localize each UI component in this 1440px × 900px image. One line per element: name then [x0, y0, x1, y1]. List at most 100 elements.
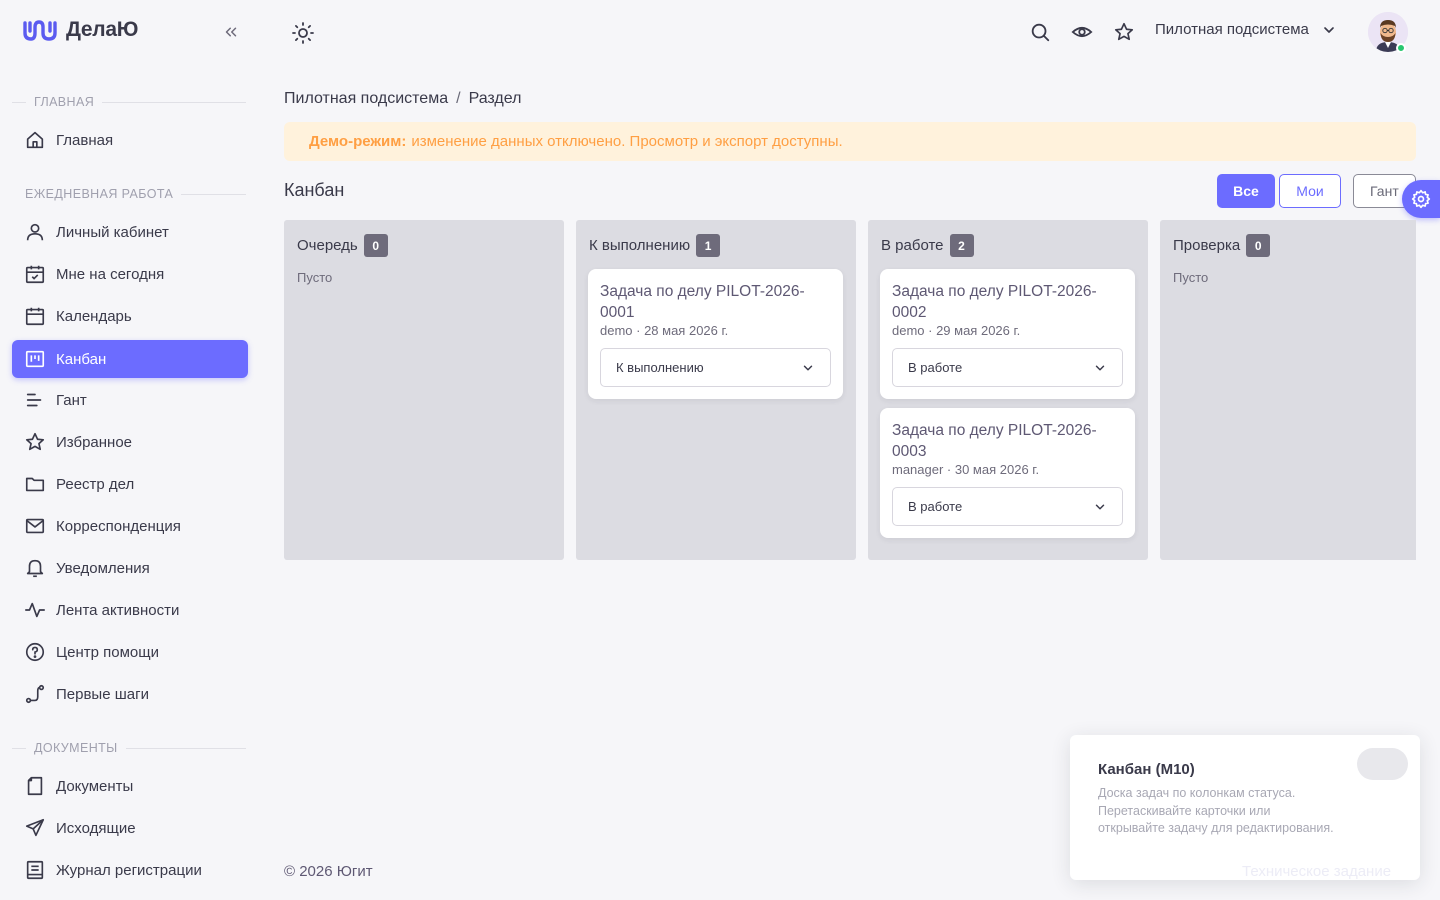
task-meta: manager · 30 мая 2026 г. — [892, 462, 1040, 477]
alert-text: изменение данных отключено. Просмотр и э… — [411, 133, 843, 150]
search-icon — [1031, 23, 1050, 42]
breadcrumb-item-section: Раздел — [468, 90, 522, 107]
task-title[interactable]: Задача по делу PILOT-2026-0001 — [600, 281, 831, 323]
task-meta: demo · 29 мая 2026 г. — [892, 323, 1021, 338]
tour-text: Доска задач по колонкам статуса. Перетас… — [1098, 786, 1334, 835]
task-status-select[interactable]: В работе — [892, 487, 1123, 526]
kanban-column-review: Проверка 0 Пусто — [1160, 220, 1416, 560]
collapse-sidebar-button[interactable] — [220, 21, 242, 43]
filter-all-button[interactable]: Все — [1217, 174, 1275, 208]
sidebar-item-notifications[interactable]: Уведомления — [12, 549, 248, 587]
tour-spec-link[interactable]: Техническое задание — [1242, 863, 1391, 880]
column-empty-text: Пусто — [1173, 270, 1209, 285]
kanban-column-todo: К выполнению 1 Задача по делу PILOT-2026… — [576, 220, 856, 560]
star-icon — [25, 432, 45, 451]
route-icon — [25, 684, 45, 704]
kanban-column-queue: Очередь 0 Пусто — [284, 220, 564, 560]
sidebar-item-registry[interactable]: Реестр дел — [12, 465, 248, 503]
task-meta: demo · 28 мая 2026 г. — [600, 323, 729, 338]
sidebar-item-gantt[interactable]: Гант — [12, 381, 248, 419]
column-title: В работе — [881, 237, 944, 254]
task-card[interactable]: Задача по делу PILOT-2026-0002 demo · 29… — [880, 269, 1135, 399]
tour-toggle[interactable] — [1357, 748, 1408, 780]
help-icon — [25, 642, 45, 662]
page-title: Канбан — [284, 180, 345, 200]
sidebar-item-calendar[interactable]: Календарь — [12, 297, 248, 335]
app-name: ДелаЮ — [66, 18, 139, 41]
theme-toggle-button[interactable] — [291, 21, 315, 45]
sidebar-item-documents[interactable]: Документы — [12, 767, 248, 805]
task-status-value: В работе — [908, 360, 963, 375]
activity-icon — [25, 602, 45, 618]
filter-mine-button[interactable]: Мои — [1279, 174, 1341, 208]
search-button[interactable] — [1029, 21, 1051, 43]
gantt-icon — [26, 393, 42, 407]
sidebar-item-help[interactable]: Центр помощи — [12, 633, 248, 671]
gear-icon — [1411, 189, 1431, 209]
app-logo[interactable]: ДелаЮ — [22, 18, 138, 42]
chevron-down-icon — [803, 365, 813, 370]
star-icon — [1114, 22, 1134, 41]
task-title[interactable]: Задача по делу PILOT-2026-0002 — [892, 281, 1123, 323]
task-title[interactable]: Задача по делу PILOT-2026-0003 — [892, 420, 1123, 462]
column-header: Очередь 0 — [297, 234, 388, 257]
kanban-column-in-progress: В работе 2 Задача по делу PILOT-2026-000… — [868, 220, 1148, 560]
journal-icon — [26, 860, 44, 880]
customizer-toggle-button[interactable] — [1402, 180, 1440, 218]
sidebar-item-first-steps[interactable]: Первые шаги — [12, 675, 248, 713]
task-status-select[interactable]: В работе — [892, 348, 1123, 387]
section-title-main: ГЛАВНАЯ — [12, 95, 246, 109]
breadcrumb: Пилотная подсистема / Раздел — [284, 90, 521, 108]
footer-copyright: © 2026 Югит — [284, 863, 373, 880]
sidebar-item-favorites[interactable]: Избранное — [12, 423, 248, 461]
mail-icon — [25, 518, 45, 534]
help-tour-popup: Канбан (M10) Доска задач по колонкам ста… — [1070, 735, 1420, 880]
logo-icon — [23, 20, 57, 41]
column-count-badge: 0 — [1246, 234, 1271, 257]
column-empty-text: Пусто — [297, 270, 333, 285]
column-title: Проверка — [1173, 237, 1241, 254]
subsystem-selector[interactable]: Пилотная подсистема — [1155, 21, 1337, 38]
eye-icon — [1071, 26, 1093, 38]
column-title: К выполнению — [589, 237, 691, 254]
column-header: К выполнению 1 — [589, 234, 721, 257]
sidebar-item-journal[interactable]: Журнал регистрации — [12, 851, 248, 889]
task-status-select[interactable]: К выполнению — [600, 348, 831, 387]
tour-title: Канбан (M10) — [1098, 761, 1195, 778]
sidebar-item-activity[interactable]: Лента активности — [12, 591, 248, 629]
section-title-daily: ЕЖЕДНЕВНАЯ РАБОТА — [12, 187, 246, 201]
task-card[interactable]: Задача по делу PILOT-2026-0003 manager ·… — [880, 408, 1135, 538]
view-button[interactable] — [1071, 21, 1093, 43]
send-icon — [25, 818, 45, 837]
calendar-icon — [25, 307, 45, 326]
column-count-badge: 2 — [949, 234, 974, 257]
kanban-board: Очередь 0 Пусто К выполнению 1 Задача по… — [284, 220, 1416, 560]
alert-title: Демо-режим: — [309, 133, 407, 150]
breadcrumb-item-subsystem[interactable]: Пилотная подсистема — [284, 90, 448, 108]
online-status-indicator — [1396, 43, 1406, 53]
sun-icon — [292, 22, 314, 44]
sidebar-item-kanban[interactable]: Канбан — [12, 340, 248, 378]
task-status-value: В работе — [908, 499, 963, 514]
sidebar-item-outgoing[interactable]: Исходящие — [12, 809, 248, 847]
sidebar-item-today[interactable]: Мне на сегодня — [12, 255, 248, 293]
sidebar-item-profile[interactable]: Личный кабинет — [12, 213, 248, 251]
sidebar-item-home[interactable]: Главная — [12, 121, 248, 159]
section-title-documents: ДОКУМЕНТЫ — [12, 741, 246, 755]
chevrons-left-icon — [225, 27, 237, 37]
bell-icon — [26, 559, 44, 578]
column-count-badge: 0 — [363, 234, 388, 257]
chevron-down-icon — [1095, 504, 1105, 509]
column-header: Проверка 0 — [1173, 234, 1271, 257]
chevron-down-icon — [1324, 26, 1334, 33]
column-header: В работе 2 — [881, 234, 974, 257]
calendar-check-icon — [25, 265, 45, 284]
favorites-button[interactable] — [1113, 21, 1135, 43]
task-status-value: К выполнению — [616, 360, 704, 375]
column-title: Очередь — [297, 237, 358, 254]
document-icon — [27, 776, 43, 796]
task-card[interactable]: Задача по делу PILOT-2026-0001 demo · 28… — [588, 269, 843, 399]
sidebar-item-correspondence[interactable]: Корреспонденция — [12, 507, 248, 545]
demo-mode-alert: Демо-режим: изменение данных отключено. … — [284, 122, 1416, 161]
sidebar: ДелаЮ ГЛАВНАЯ Главная ЕЖЕДНЕВНАЯ РАБОТА … — [0, 0, 260, 900]
